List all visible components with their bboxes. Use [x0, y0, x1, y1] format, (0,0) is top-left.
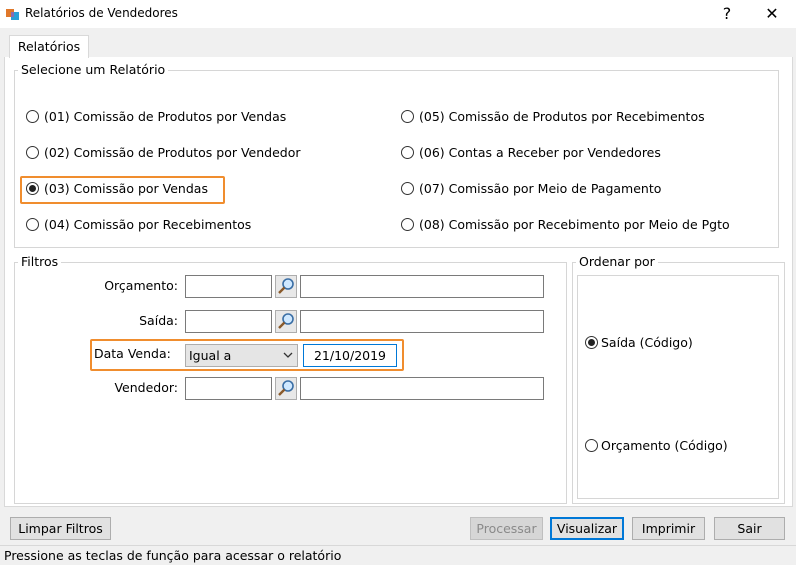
- radio-button[interactable]: [401, 110, 414, 123]
- report-option-08[interactable]: (08) Comissão por Recebimento por Meio d…: [401, 217, 771, 234]
- order-option-saida[interactable]: Saída (Código): [585, 335, 765, 352]
- orcamento-search-button[interactable]: [275, 275, 297, 298]
- limpar-filtros-button[interactable]: Limpar Filtros: [10, 517, 111, 540]
- report-option-label: (07) Comissão por Meio de Pagamento: [419, 181, 662, 196]
- report-option-label: (08) Comissão por Recebimento por Meio d…: [419, 217, 730, 232]
- magnifier-icon: [278, 278, 294, 294]
- order-option-label: Orçamento (Código): [601, 438, 728, 453]
- data-venda-date-input[interactable]: 21/10/2019: [303, 344, 397, 367]
- order-option-label: Saída (Código): [601, 335, 693, 350]
- radio-button[interactable]: [401, 182, 414, 195]
- chevron-down-icon: [283, 352, 293, 358]
- report-option-label: (03) Comissão por Vendas: [44, 181, 208, 196]
- data-venda-operator-select[interactable]: Igual a: [185, 344, 298, 367]
- filters-group-label: Filtros: [18, 254, 62, 269]
- visualizar-button[interactable]: Visualizar: [550, 517, 624, 540]
- radio-button[interactable]: [401, 146, 414, 159]
- window-title: Relatórios de Vendedores: [25, 6, 178, 20]
- radio-button[interactable]: [401, 218, 414, 231]
- report-option-02[interactable]: (02) Comissão de Produtos por Vendedor: [26, 145, 356, 162]
- saida-description-input[interactable]: [300, 310, 544, 333]
- close-button[interactable]: ✕: [750, 2, 794, 26]
- title-bar: Relatórios de Vendedores ? ✕: [0, 0, 796, 28]
- report-option-04[interactable]: (04) Comissão por Recebimentos: [26, 217, 356, 234]
- order-group-label: Ordenar por: [576, 254, 658, 269]
- radio-button[interactable]: [585, 439, 598, 452]
- sair-button[interactable]: Sair: [714, 517, 785, 540]
- report-option-05[interactable]: (05) Comissão de Produtos por Recebiment…: [401, 109, 771, 126]
- report-option-07[interactable]: (07) Comissão por Meio de Pagamento: [401, 181, 771, 198]
- saida-search-button[interactable]: [275, 310, 297, 333]
- data-venda-label: Data Venda:: [94, 346, 171, 361]
- processar-button[interactable]: Processar: [470, 517, 543, 540]
- order-option-orcamento[interactable]: Orçamento (Código): [585, 438, 765, 455]
- orcamento-code-input[interactable]: [185, 275, 272, 298]
- report-option-label: (06) Contas a Receber por Vendedores: [419, 145, 661, 160]
- magnifier-icon: [278, 313, 294, 329]
- help-button[interactable]: ?: [705, 2, 749, 26]
- vendedor-search-button[interactable]: [275, 377, 297, 400]
- vendedor-code-input[interactable]: [185, 377, 272, 400]
- order-inner-panel: [577, 275, 779, 499]
- vendedor-label: Vendedor:: [114, 380, 178, 395]
- imprimir-button[interactable]: Imprimir: [632, 517, 705, 540]
- status-bar: Pressione as teclas de função para acess…: [0, 545, 796, 565]
- report-option-03[interactable]: (03) Comissão por Vendas: [26, 181, 216, 198]
- report-option-label: (04) Comissão por Recebimentos: [44, 217, 252, 232]
- report-option-label: (02) Comissão de Produtos por Vendedor: [44, 145, 301, 160]
- magnifier-icon: [278, 380, 294, 396]
- radio-button[interactable]: [26, 110, 39, 123]
- saida-code-input[interactable]: [185, 310, 272, 333]
- report-option-label: (01) Comissão de Produtos por Vendas: [44, 109, 287, 124]
- radio-button-selected[interactable]: [585, 336, 598, 349]
- report-option-label: (05) Comissão de Produtos por Recebiment…: [419, 109, 705, 124]
- radio-button[interactable]: [26, 146, 39, 159]
- data-venda-operator-value: Igual a: [189, 348, 232, 363]
- orcamento-label: Orçamento:: [104, 278, 178, 293]
- radio-button[interactable]: [26, 218, 39, 231]
- report-option-01[interactable]: (01) Comissão de Produtos por Vendas: [26, 109, 356, 126]
- orcamento-description-input[interactable]: [300, 275, 544, 298]
- radio-button-selected[interactable]: [26, 182, 39, 195]
- report-option-06[interactable]: (06) Contas a Receber por Vendedores: [401, 145, 771, 162]
- saida-label: Saída:: [139, 313, 178, 328]
- vendedor-description-input[interactable]: [300, 377, 544, 400]
- app-icon: [6, 9, 19, 20]
- report-group-label: Selecione um Relatório: [18, 62, 169, 77]
- tab-relatorios[interactable]: Relatórios: [9, 35, 89, 58]
